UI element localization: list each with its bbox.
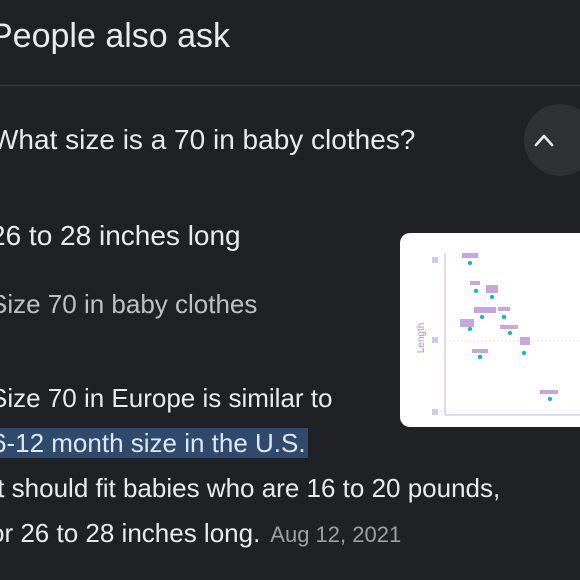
thumbnail-ylabel: Length [416,323,427,354]
thumbnail-point [501,314,507,320]
thumbnail-point [479,314,485,320]
snippet-line: or 26 to 28 inches long. [0,518,261,548]
thumbnail-points [467,260,553,402]
thumbnail-label [500,325,518,329]
thumbnail-point [507,330,513,336]
thumbnail-point [521,350,527,356]
thumbnail-point [477,354,483,360]
thumbnail-point-labels [460,253,558,394]
thumbnail-label [474,307,496,313]
chevron-up-icon [534,134,554,147]
thumbnail-tick [432,409,438,415]
thumbnail-label [462,253,478,258]
thumbnail-point [467,326,473,332]
thumbnail-label [470,281,480,285]
section-title: People also ask [0,17,231,55]
snippet-highlight: 6-12 month size in the U.S. [0,428,308,458]
snippet-line: It should fit babies who are 16 to 20 po… [0,473,501,503]
thumbnail-point [473,288,479,294]
thumbnail-tick [432,257,438,263]
thumbnail-point [489,294,495,300]
question-text[interactable]: What size is a 70 in baby clothes? [0,122,415,158]
thumbnail-point [547,396,553,402]
thumbnail-tick [432,337,438,343]
scatter-thumbnail: Length [416,253,580,416]
thumbnail-label [472,349,488,353]
answer-subhead: Size 70 in baby clothes [0,289,258,319]
collapse-button[interactable] [524,104,580,176]
snippet-date: Aug 12, 2021 [270,522,402,547]
thumbnail-label [520,337,530,345]
thumbnail-label [498,307,510,311]
thumbnail-ticks [432,257,438,415]
thumbnail-label [460,319,474,327]
thumbnail-label [486,285,498,293]
thumbnail-point [467,260,473,266]
thumbnail-label [540,390,558,394]
answer-thumbnail[interactable]: Length [400,233,580,427]
answer-headline: 26 to 28 inches long [0,220,241,251]
divider [0,85,580,86]
